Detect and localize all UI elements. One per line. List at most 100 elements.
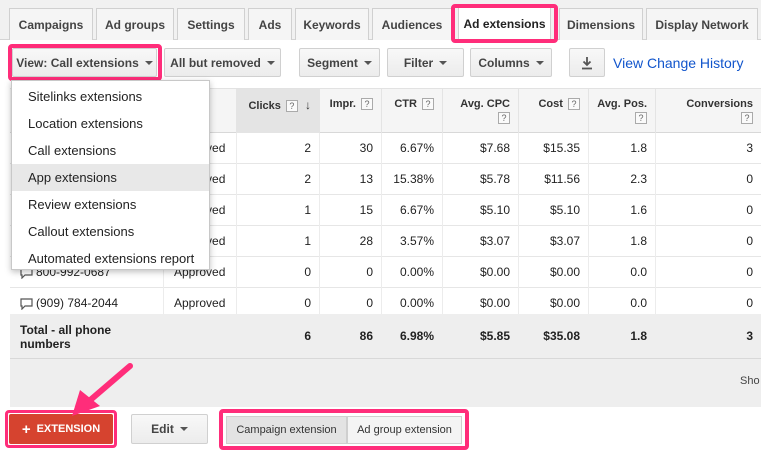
menu-item-review-extensions[interactable]: Review extensions [12, 191, 209, 218]
column-header-cost[interactable]: Cost ? [518, 89, 588, 134]
help-icon[interactable]: ? [568, 98, 580, 111]
ctr-cell: 3.57% [381, 226, 442, 257]
impressions-cell: 13 [319, 164, 381, 195]
cost-cell: $15.35 [518, 133, 588, 164]
clicks-cell: 0 [236, 257, 319, 288]
edit-label: Edit [151, 422, 174, 436]
cost-cell: $0.00 [518, 257, 588, 288]
menu-item-sitelinks-extensions[interactable]: Sitelinks extensions [12, 83, 209, 110]
help-icon[interactable]: ? [741, 112, 753, 124]
menu-item-app-extensions[interactable]: App extensions [12, 164, 209, 191]
tab-audiences[interactable]: Audiences [372, 8, 452, 40]
total-conversions: 3 [746, 329, 753, 343]
status-filter-dropdown[interactable]: All but removed [164, 48, 281, 77]
clicks-cell: 2 [236, 133, 319, 164]
download-button[interactable] [569, 48, 605, 77]
column-header-ctr[interactable]: CTR ? [381, 89, 442, 134]
columns-label: Columns [478, 55, 530, 70]
impressions-cell: 0 [319, 257, 381, 288]
avg-pos-cell: 1.8 [588, 133, 655, 164]
view-dropdown-button[interactable]: View: Call extensions [12, 48, 157, 77]
column-header-conversions[interactable]: Conversions ? [655, 89, 761, 134]
avg-cpc-cell: $5.78 [442, 164, 518, 195]
chevron-down-icon [439, 60, 448, 65]
menu-item-automated-extensions-report[interactable]: Automated extensions report [12, 245, 209, 272]
edit-dropdown-button[interactable]: Edit [131, 414, 208, 444]
menu-item-callout-extensions[interactable]: Callout extensions [12, 218, 209, 245]
menu-item-call-extensions[interactable]: Call extensions [12, 137, 209, 164]
total-avg-cpc: $5.85 [479, 329, 510, 343]
ctr-cell: 6.67% [381, 195, 442, 226]
segment-dropdown[interactable]: Segment [299, 48, 380, 77]
view-dropdown-label: View: Call extensions [16, 55, 139, 70]
menu-item-location-extensions[interactable]: Location extensions [12, 110, 209, 137]
total-row: Total - all phone numbers 6 86 6.98% $5.… [10, 314, 761, 359]
column-header-avg-pos[interactable]: Avg. Pos. ? [588, 89, 655, 134]
conversions-cell: 0 [655, 226, 761, 257]
help-icon[interactable]: ? [361, 98, 373, 111]
avg-pos-cell: 1.8 [588, 226, 655, 257]
cost-cell: $5.10 [518, 195, 588, 226]
help-icon[interactable]: ? [422, 98, 434, 111]
sort-descending-icon: ↓ [305, 98, 311, 112]
avg-pos-cell: 2.3 [588, 164, 655, 195]
filter-label: Filter [403, 55, 434, 70]
help-icon[interactable]: ? [498, 112, 510, 124]
tab-ad-groups[interactable]: Ad groups [96, 8, 174, 40]
campaign-extension-toggle[interactable]: Campaign extension [226, 416, 347, 444]
clicks-cell: 1 [236, 226, 319, 257]
speech-bubble-icon [20, 298, 33, 311]
tab-campaigns[interactable]: Campaigns [9, 8, 93, 40]
ctr-cell: 6.67% [381, 133, 442, 164]
help-icon[interactable]: ? [635, 112, 647, 124]
chevron-down-icon [179, 427, 188, 431]
cost-cell: $11.56 [518, 164, 588, 195]
avg-cpc-cell: $0.00 [442, 257, 518, 288]
total-avg-pos: 1.8 [630, 329, 647, 343]
tab-display-network[interactable]: Display Network [646, 8, 758, 40]
impressions-cell: 30 [319, 133, 381, 164]
column-header-clicks[interactable]: Clicks ? ↓ [236, 89, 319, 134]
conversions-cell: 0 [655, 164, 761, 195]
impressions-cell: 15 [319, 195, 381, 226]
tab-settings[interactable]: Settings [177, 8, 245, 40]
total-ctr: 6.98% [399, 329, 434, 343]
tab-ads[interactable]: Ads [248, 8, 292, 40]
columns-dropdown[interactable]: Columns [470, 48, 552, 77]
plus-icon: + [21, 420, 31, 438]
total-clicks: 6 [304, 329, 311, 343]
column-header-impressions[interactable]: Impr. ? [319, 89, 381, 134]
column-header-avg-cpc[interactable]: Avg. CPC ? [442, 89, 518, 134]
status-filter-label: All but removed [170, 55, 261, 70]
chevron-down-icon [144, 60, 153, 65]
cost-cell: $3.07 [518, 226, 588, 257]
chevron-down-icon [266, 60, 275, 65]
chevron-down-icon [535, 60, 544, 65]
avg-cpc-cell: $5.10 [442, 195, 518, 226]
total-impressions: 86 [359, 329, 373, 343]
tab-dimensions[interactable]: Dimensions [559, 8, 643, 40]
tab-ad-extensions[interactable]: Ad extensions [458, 5, 551, 41]
ad-group-extension-toggle[interactable]: Ad group extension [347, 416, 462, 444]
avg-cpc-cell: $3.07 [442, 226, 518, 257]
filter-dropdown[interactable]: Filter [387, 48, 464, 77]
chevron-down-icon [363, 60, 372, 65]
view-dropdown-menu: Sitelinks extensions Location extensions… [11, 80, 210, 270]
impressions-cell: 28 [319, 226, 381, 257]
segment-label: Segment [307, 55, 358, 70]
avg-pos-cell: 0.0 [588, 257, 655, 288]
total-cost: $35.08 [543, 329, 580, 343]
help-icon[interactable]: ? [285, 100, 298, 113]
conversions-cell: 0 [655, 257, 761, 288]
avg-pos-cell: 1.6 [588, 195, 655, 226]
show-rows-label[interactable]: Sho [740, 375, 760, 387]
conversions-cell: 3 [655, 133, 761, 164]
clicks-cell: 1 [236, 195, 319, 226]
conversions-cell: 0 [655, 195, 761, 226]
download-icon [582, 56, 592, 69]
ctr-cell: 15.38% [381, 164, 442, 195]
clicks-cell: 2 [236, 164, 319, 195]
tab-keywords[interactable]: Keywords [295, 8, 369, 40]
view-change-history-link[interactable]: View Change History [613, 55, 743, 71]
avg-cpc-cell: $7.68 [442, 133, 518, 164]
